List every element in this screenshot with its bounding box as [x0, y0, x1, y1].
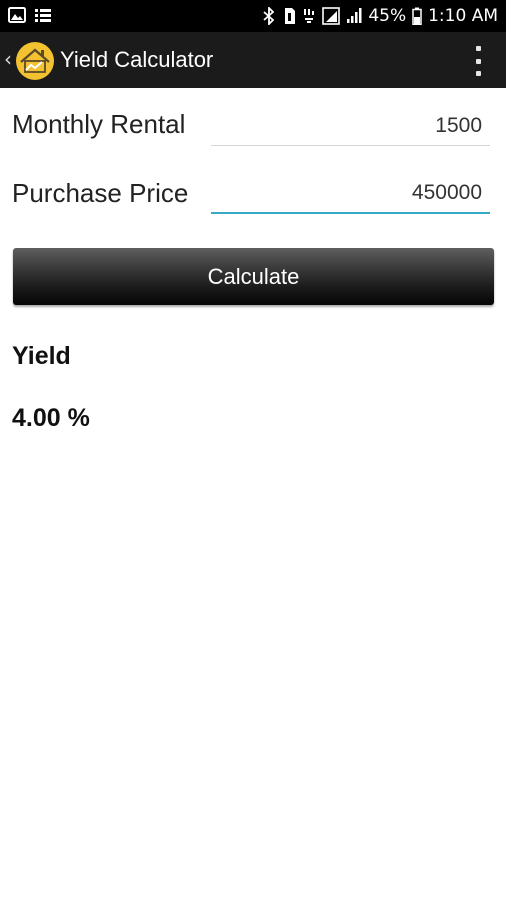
gallery-notification-icon	[8, 7, 26, 23]
signal-2-icon	[346, 7, 362, 25]
mobile-data-icon	[302, 7, 316, 25]
yield-value: 4.00 %	[12, 404, 90, 432]
clock: 1:10 AM	[428, 6, 498, 26]
monthly-rental-label: Monthly Rental	[12, 109, 186, 139]
overflow-menu-icon[interactable]	[472, 46, 484, 76]
sim-icon	[282, 7, 296, 25]
yield-heading: Yield	[12, 342, 71, 370]
signal-icon	[322, 7, 341, 25]
status-left-icons	[8, 7, 52, 23]
purchase-price-label: Purchase Price	[12, 178, 189, 208]
purchase-price-input[interactable]	[211, 174, 490, 214]
battery-icon	[412, 7, 422, 25]
action-bar: ‹ Yield Calculator	[0, 32, 506, 88]
app-title: Yield Calculator	[60, 47, 214, 72]
status-right-icons: 45% 1:10 AM	[262, 0, 498, 32]
list-notification-icon	[34, 7, 52, 23]
battery-percentage: 45%	[368, 6, 407, 26]
back-chevron-icon[interactable]: ‹	[4, 49, 12, 69]
monthly-rental-input[interactable]	[211, 106, 490, 146]
house-chart-logo[interactable]	[15, 41, 55, 81]
calculate-button[interactable]: Calculate	[13, 248, 494, 305]
status-bar: 45% 1:10 AM	[0, 0, 506, 32]
bluetooth-icon	[262, 7, 276, 25]
